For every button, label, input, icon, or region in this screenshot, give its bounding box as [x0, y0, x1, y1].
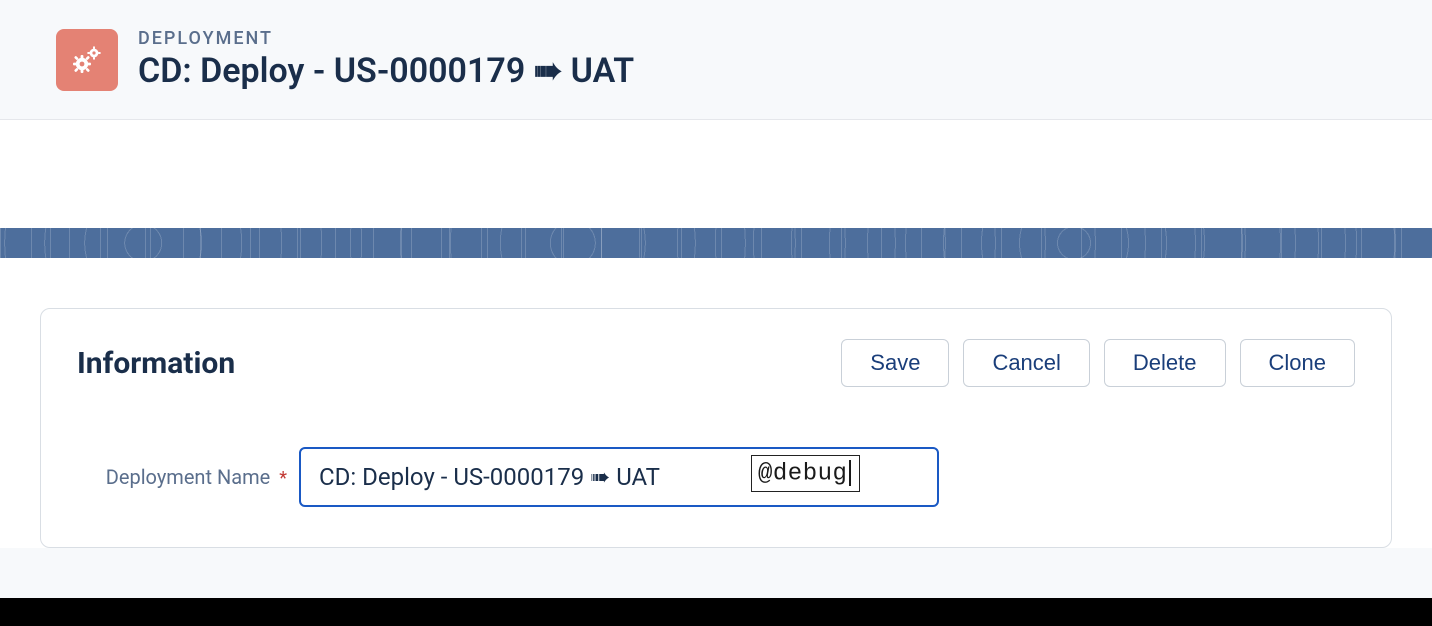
header-text: DEPLOYMENT CD: Deploy - US-0000179 ➠ UAT	[138, 28, 634, 91]
ime-composition-box: @debug	[751, 455, 860, 492]
required-indicator: *	[279, 468, 287, 489]
cancel-button[interactable]: Cancel	[963, 339, 1089, 387]
action-buttons: Save Cancel Delete Clone	[841, 339, 1355, 387]
bottom-bar	[0, 598, 1432, 626]
deployment-name-label: Deployment Name *	[77, 464, 287, 490]
gears-icon	[56, 29, 118, 91]
header-eyebrow: DEPLOYMENT	[138, 28, 634, 49]
deployment-name-input-wrap: @debug	[299, 447, 939, 507]
page-title: CD: Deploy - US-0000179 ➠ UAT	[138, 51, 634, 91]
delete-button[interactable]: Delete	[1104, 339, 1226, 387]
clone-button[interactable]: Clone	[1240, 339, 1355, 387]
deployment-name-row: Deployment Name * @debug	[77, 447, 1355, 507]
page-header: DEPLOYMENT CD: Deploy - US-0000179 ➠ UAT	[0, 0, 1432, 120]
content-area: Information Save Cancel Delete Clone Dep…	[0, 258, 1432, 548]
sub-header-region	[0, 120, 1432, 228]
information-card: Information Save Cancel Delete Clone Dep…	[40, 308, 1392, 548]
card-header: Information Save Cancel Delete Clone	[77, 339, 1355, 387]
save-button[interactable]: Save	[841, 339, 949, 387]
section-title: Information	[77, 346, 235, 381]
label-text: Deployment Name	[106, 465, 271, 489]
decorative-pattern	[0, 228, 1432, 258]
